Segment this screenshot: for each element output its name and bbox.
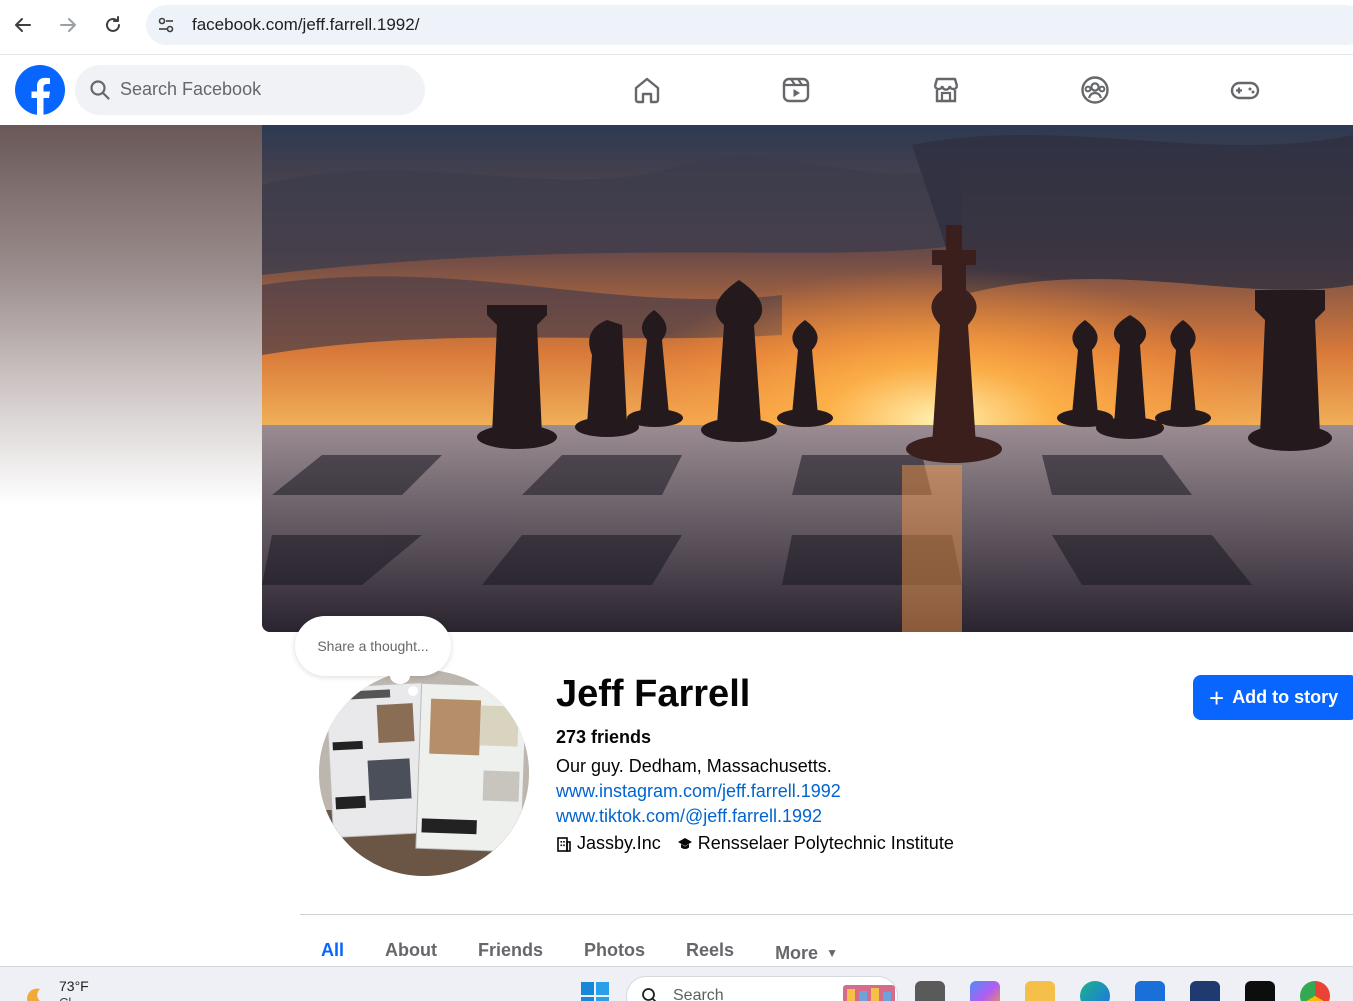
taskbar-task-view-icon[interactable] bbox=[915, 981, 945, 1001]
arrow-left-icon bbox=[15, 18, 31, 32]
profile-details: Jassby.Inc Rensselaer Polytechnic Instit… bbox=[556, 833, 970, 854]
building-icon bbox=[557, 836, 571, 852]
nav-marketplace[interactable] bbox=[926, 70, 966, 110]
forward-button[interactable] bbox=[53, 10, 83, 40]
facebook-logo-icon[interactable] bbox=[15, 65, 65, 115]
search-placeholder: Search Facebook bbox=[120, 79, 262, 99]
thought-bubble-tail bbox=[390, 668, 410, 684]
tab-photos[interactable]: Photos bbox=[584, 940, 645, 966]
profile-avatar[interactable] bbox=[315, 666, 533, 880]
tab-all[interactable]: All bbox=[321, 940, 344, 966]
tab-reels[interactable]: Reels bbox=[686, 940, 734, 966]
gaming-icon bbox=[1230, 81, 1260, 100]
id-cards-photo-image bbox=[319, 670, 529, 876]
thought-bubble-tail-dot bbox=[408, 686, 418, 696]
nav-groups[interactable] bbox=[1075, 70, 1115, 110]
tab-more-label: More bbox=[775, 942, 819, 963]
education-label: Rensselaer Polytechnic Institute bbox=[697, 833, 954, 853]
search-icon bbox=[90, 80, 110, 100]
taskbar-chrome-icon[interactable] bbox=[1300, 981, 1330, 1001]
groups-icon bbox=[1081, 76, 1109, 104]
taskbar-dropbox-icon[interactable] bbox=[1245, 981, 1275, 1001]
facebook-search-input[interactable]: Search Facebook bbox=[75, 65, 425, 115]
taskbar-edge-icon[interactable] bbox=[1080, 981, 1110, 1001]
back-button[interactable] bbox=[8, 10, 38, 40]
url-text[interactable]: facebook.com/jeff.farrell.1992/ bbox=[192, 15, 419, 35]
browser-toolbar: facebook.com/jeff.farrell.1992/ bbox=[0, 0, 1353, 55]
caret-down-icon: ▼ bbox=[826, 946, 838, 960]
add-to-story-button[interactable]: + Add to story bbox=[1193, 675, 1353, 720]
education-detail[interactable]: Rensselaer Polytechnic Institute bbox=[677, 833, 954, 854]
facebook-header: Search Facebook bbox=[0, 55, 1353, 125]
work-detail[interactable]: Jassby.Inc bbox=[556, 833, 661, 854]
tab-friends[interactable]: Friends bbox=[478, 940, 543, 966]
taskbar-search-label: Search bbox=[673, 987, 724, 1001]
taskbar-store-icon[interactable] bbox=[1135, 981, 1165, 1001]
search-highlight-image bbox=[843, 985, 895, 1001]
taskbar-file-explorer-icon[interactable] bbox=[1025, 981, 1055, 1001]
taskbar-search[interactable]: Search bbox=[626, 976, 898, 1001]
home-icon bbox=[634, 77, 660, 104]
profile-bio: Our guy. Dedham, Massachusetts. bbox=[556, 756, 832, 776]
nav-reels[interactable] bbox=[776, 70, 816, 110]
friends-count[interactable]: 273 friends bbox=[556, 727, 651, 748]
chess-sunset-cover-image bbox=[262, 125, 1353, 632]
left-background-gradient bbox=[0, 125, 262, 505]
site-settings-icon[interactable] bbox=[156, 15, 176, 35]
graduation-cap-icon bbox=[677, 837, 692, 849]
profile-divider bbox=[300, 914, 1353, 915]
profile-tabs: All About Friends Photos Reels More ▼ bbox=[300, 940, 858, 966]
taskbar-copilot-icon[interactable] bbox=[970, 981, 1000, 1001]
address-bar[interactable]: facebook.com/jeff.farrell.1992/ bbox=[146, 5, 1353, 45]
reload-button[interactable] bbox=[98, 10, 128, 40]
share-thought-bubble[interactable]: Share a thought... bbox=[295, 616, 451, 676]
tab-more[interactable]: More ▼ bbox=[775, 940, 838, 966]
work-label: Jassby.Inc bbox=[577, 833, 661, 853]
taskbar-b-app-icon[interactable] bbox=[1190, 981, 1220, 1001]
windows-taskbar: 73°F Cl Search bbox=[0, 966, 1353, 1001]
marketplace-icon bbox=[933, 77, 959, 103]
search-icon bbox=[642, 988, 657, 1001]
add-story-label: Add to story bbox=[1232, 687, 1339, 707]
weather-temperature[interactable]: 73°F bbox=[59, 978, 89, 994]
plus-icon: + bbox=[1209, 682, 1225, 713]
nav-gaming[interactable] bbox=[1225, 70, 1265, 110]
nav-home[interactable] bbox=[627, 70, 667, 110]
tiktok-link[interactable]: www.tiktok.com/@jeff.farrell.1992 bbox=[556, 806, 822, 827]
instagram-link[interactable]: www.instagram.com/jeff.farrell.1992 bbox=[556, 781, 841, 802]
arrow-right-icon bbox=[60, 18, 76, 32]
reload-icon bbox=[106, 16, 120, 32]
moon-cloud-icon[interactable] bbox=[18, 979, 50, 1001]
tab-about[interactable]: About bbox=[385, 940, 437, 966]
windows-start-icon[interactable] bbox=[580, 981, 610, 1001]
weather-condition: Cl bbox=[59, 995, 71, 1001]
cover-photo[interactable] bbox=[262, 125, 1353, 632]
reels-icon bbox=[782, 77, 810, 103]
profile-name: Jeff Farrell bbox=[556, 673, 751, 715]
